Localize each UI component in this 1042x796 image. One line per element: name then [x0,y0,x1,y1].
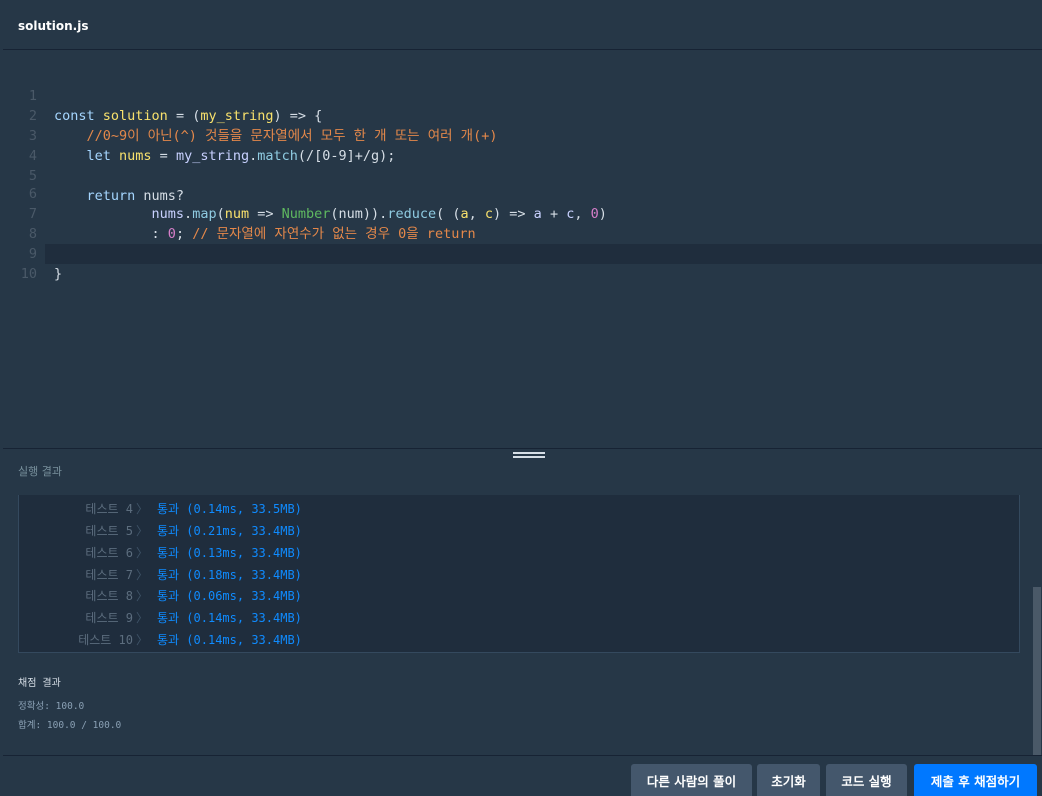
result-title: 실행 결과 [18,465,62,478]
test-name: 테스트 8 [85,589,133,603]
code-line-1[interactable]: 1 const solution = (my_string) => { [3,66,1042,124]
drag-handle-icon[interactable] [513,452,545,460]
test-row: 테스트 5 〉 통과 (0.21ms, 33.4MB) [19,520,1019,542]
test-row: 테스트 7 〉 통과 (0.18ms, 33.4MB) [19,564,1019,586]
test-status: 통과 (0.06ms, 33.4MB) [157,589,302,603]
test-status: 통과 (0.18ms, 33.4MB) [157,568,302,582]
score-title: 채점 결과 [18,678,61,689]
file-header: solution.js [3,3,1042,50]
code-editor[interactable]: 1 const solution = (my_string) => { 2 //… [3,50,1042,448]
reset-button[interactable]: 초기화 [757,764,820,796]
chevron-right-icon: 〉 [136,546,149,560]
others-solutions-button[interactable]: 다른 사람의 풀이 [631,764,752,796]
file-tab[interactable]: solution.js [18,19,89,33]
code-line-9[interactable]: 9 } [3,224,1042,282]
code-line-7[interactable]: 7 : 0; // 문자열에 자연수가 없는 경우 0을 return [3,184,1042,242]
test-status: 통과 (0.21ms, 33.4MB) [157,524,302,538]
code-line-6[interactable]: 6 nums.map(num => Number(num)).reduce( (… [3,164,1042,222]
test-row: 테스트 8 〉 통과 (0.06ms, 33.4MB) [19,585,1019,607]
code-line-4[interactable]: 4 [3,126,1042,164]
line-number: 10 [20,266,37,282]
submit-button[interactable]: 제출 후 채점하기 [914,764,1037,796]
chevron-right-icon: 〉 [136,524,149,538]
code-line-3[interactable]: 3 let nums = my_string.match(/[0-9]+/g); [3,106,1042,164]
code-line-2[interactable]: 2 //0~9이 아닌(^) 것들을 문자열에서 모두 한 개 또는 여러 개(… [3,86,1042,144]
code-line-8[interactable]: 8 [3,204,1042,242]
accuracy-score: 정확성: 100.0 [18,701,85,712]
chevron-right-icon: 〉 [136,633,149,647]
test-row: 테스트 6 〉 통과 (0.13ms, 33.4MB) [19,542,1019,564]
test-name: 테스트 6 [85,546,133,560]
chevron-right-icon: 〉 [136,611,149,625]
test-row: 테스트 9 〉 통과 (0.14ms, 33.4MB) [19,607,1019,629]
chevron-right-icon: 〉 [136,502,149,516]
chevron-right-icon: 〉 [136,589,149,603]
test-status: 통과 (0.13ms, 33.4MB) [157,546,302,560]
test-name: 테스트 9 [85,611,133,625]
test-name: 테스트 10 [78,633,133,647]
run-code-button[interactable]: 코드 실행 [826,764,907,796]
test-name: 테스트 5 [85,524,133,538]
results-panel: 테스트 4 〉 통과 (0.14ms, 33.5MB) 테스트 5 〉 통과 (… [3,495,1042,755]
test-status: 통과 (0.14ms, 33.4MB) [157,611,302,625]
chevron-right-icon: 〉 [136,568,149,582]
test-name: 테스트 4 [85,502,133,516]
total-score: 합계: 100.0 / 100.0 [18,720,122,731]
test-status: 통과 (0.14ms, 33.5MB) [157,502,302,516]
action-bar: 다른 사람의 풀이 초기화 코드 실행 제출 후 채점하기 [3,755,1042,796]
code-line-5[interactable]: 5 return nums? [3,146,1042,204]
test-row: 테스트 10 〉 통과 (0.14ms, 33.4MB) [19,629,1019,651]
code-line-10[interactable]: 10 [3,244,1042,282]
ide-window: solution.js 1 const solution = (my_strin… [0,0,1042,796]
test-row: 테스트 4 〉 통과 (0.14ms, 33.5MB) [19,498,1019,520]
results-scrollbar[interactable] [1033,587,1041,755]
test-name: 테스트 7 [85,568,133,582]
panel-splitter[interactable]: 실행 결과 [3,448,1042,496]
test-status: 통과 (0.14ms, 33.4MB) [157,633,302,647]
test-results-list: 테스트 4 〉 통과 (0.14ms, 33.5MB) 테스트 5 〉 통과 (… [18,495,1020,653]
